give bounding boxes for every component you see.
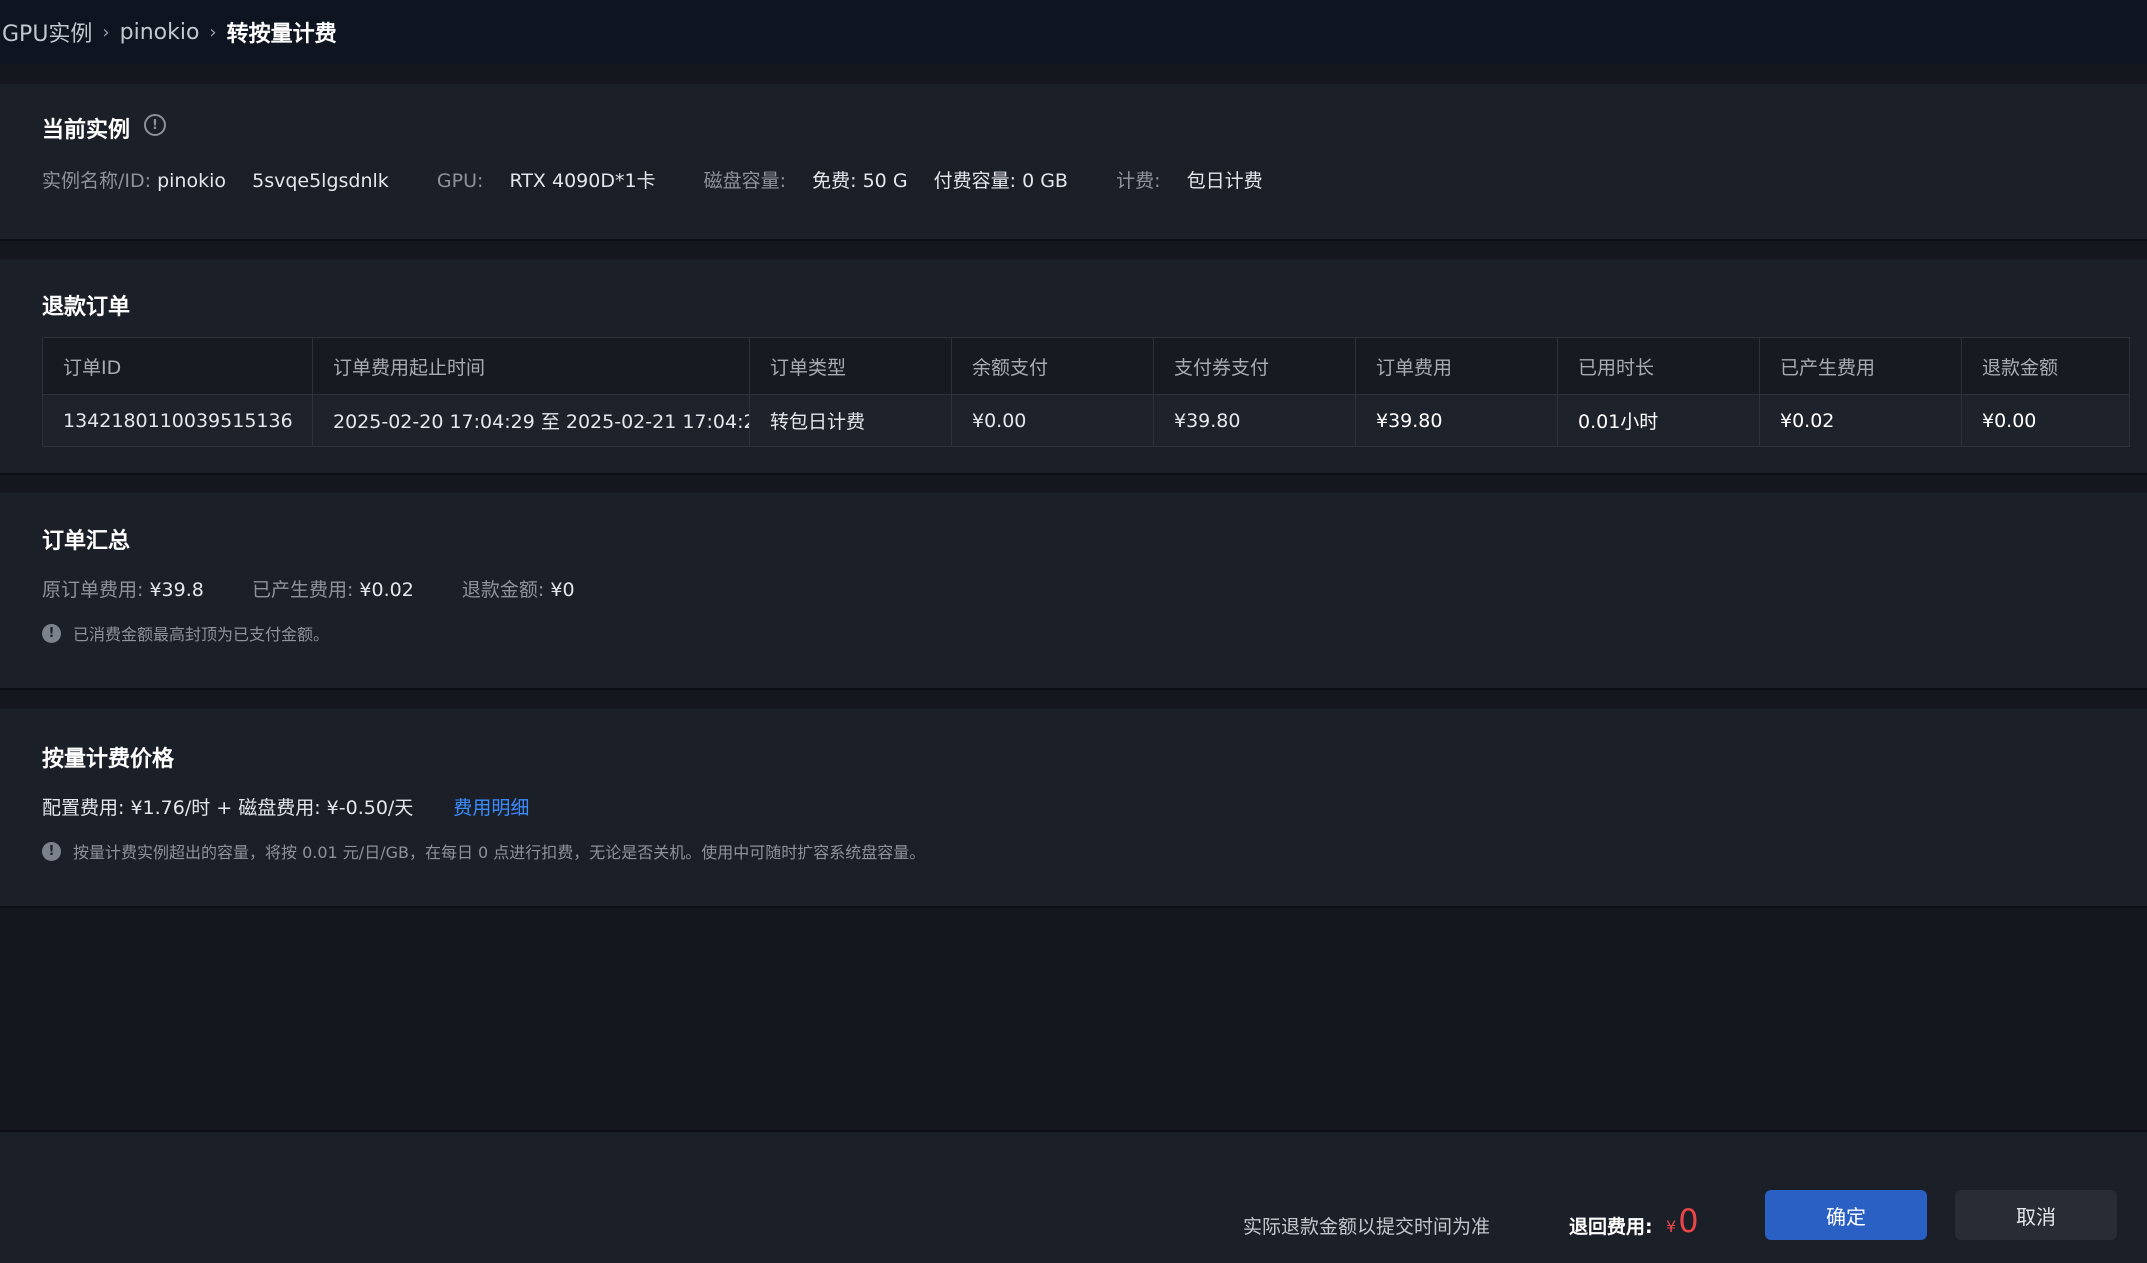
refund-total-amount: 0 [1678, 1202, 1699, 1240]
table-row: 1342180110039515136 2025-02-20 17:04:29 … [43, 394, 2129, 446]
fee-detail-link[interactable]: 费用明细 [453, 797, 529, 819]
gpu-value: RTX 4090D*1卡 [509, 170, 656, 192]
column-header: 订单费用起止时间 [313, 338, 750, 394]
original-fee-label: 原订单费用: [42, 579, 144, 601]
refund-total-value: ¥ 0 [1666, 1202, 1699, 1240]
section-title: 按量计费价格 [42, 747, 175, 772]
instance-id-value: 5svqe5lgsdnlk [252, 170, 389, 192]
summary-note: ! 已消费金额最高封顶为已支付金额。 [42, 621, 329, 645]
billing-value: 包日计费 [1186, 170, 1263, 192]
refund-hint: 实际退款金额以提交时间为准 [1243, 1216, 1491, 1238]
column-header: 支付券支付 [1154, 338, 1356, 394]
refund-amount-label: 退款金额: [461, 579, 545, 601]
order-period-cell: 2025-02-20 17:04:29 至 2025-02-21 17:04:2… [313, 395, 750, 446]
footer-bar: 实际退款金额以提交时间为准 退回费用: ¥ 0 确定 取消 [0, 1130, 2147, 1263]
order-fee-cell: ¥39.80 [1356, 395, 1558, 446]
cancel-button[interactable]: 取消 [1955, 1190, 2117, 1240]
summary-row: 原订单费用: ¥39.8 已产生费用: ¥0.02 退款金额: ¥0 [42, 575, 575, 602]
column-header: 余额支付 [952, 338, 1154, 394]
refund-amount-cell: ¥0.00 [1982, 409, 2037, 432]
voucher-payment-cell: ¥39.80 [1154, 395, 1356, 446]
billing-label: 计费: [1116, 170, 1161, 192]
column-header: 订单费用 [1356, 338, 1558, 394]
breadcrumb-instance[interactable]: pinokio [120, 20, 200, 45]
incurred-fee-value: ¥0.02 [359, 579, 414, 601]
warning-icon: ! [42, 623, 61, 643]
incurred-fee-label: 已产生费用: [251, 579, 354, 601]
section-title: 当前实例 [42, 118, 131, 143]
chevron-right-icon: › [209, 21, 217, 43]
column-header: 退款金额 [1982, 356, 2059, 379]
order-summary-card: 订单汇总 原订单费用: ¥39.8 已产生费用: ¥0.02 退款金额: ¥0 … [0, 493, 2147, 688]
info-icon[interactable]: ! [144, 114, 166, 136]
section-title: 订单汇总 [42, 529, 131, 554]
breadcrumb-current: 转按量计费 [226, 22, 337, 47]
column-header: 已用时长 [1558, 338, 1760, 394]
warning-icon: ! [42, 841, 61, 861]
balance-payment-cell: ¥0.00 [952, 395, 1154, 446]
instance-name-value: pinokio [157, 170, 227, 192]
refund-amount-value: ¥0 [550, 579, 575, 601]
pricing-row: 配置费用: ¥1.76/时 + 磁盘费用: ¥-0.50/天 费用明细 [42, 793, 529, 820]
instance-name-label: 实例名称/ID: [42, 170, 152, 192]
disk-label: 磁盘容量: [703, 170, 787, 192]
breadcrumb: GPU实例 › pinokio › 转按量计费 [0, 0, 2147, 64]
disk-free-value: 免费: 50 G [812, 170, 908, 192]
order-id-cell: 1342180110039515136 [43, 395, 313, 446]
column-header: 订单类型 [750, 338, 952, 394]
pricing-config-text: 配置费用: ¥1.76/时 + 磁盘费用: ¥-0.50/天 [42, 797, 414, 819]
summary-note-text: 已消费金额最高封顶为已支付金额。 [73, 625, 330, 644]
column-header: 订单ID [43, 338, 313, 394]
column-header: 已产生费用 [1760, 338, 1962, 394]
confirm-button[interactable]: 确定 [1765, 1190, 1927, 1240]
pricing-note-text: 按量计费实例超出的容量，将按 0.01 元/日/GB，在每日 0 点进行扣费，无… [73, 843, 926, 862]
pricing-card: 按量计费价格 配置费用: ¥1.76/时 + 磁盘费用: ¥-0.50/天 费用… [0, 709, 2147, 906]
refund-order-table: 订单ID 订单费用起止时间 订单类型 余额支付 支付券支付 订单费用 已用时长 … [42, 337, 2130, 447]
breadcrumb-gpu-instances[interactable]: GPU实例 [2, 16, 92, 48]
currency-symbol: ¥ [1666, 1217, 1677, 1236]
incurred-fee-cell: ¥0.02 [1760, 395, 1962, 446]
instance-info-row: 实例名称/ID: pinokio 5svqe5lgsdnlk GPU: RTX … [42, 166, 1263, 193]
current-instance-card: 当前实例 ! 实例名称/ID: pinokio 5svqe5lgsdnlk GP… [0, 84, 2147, 239]
pricing-note: ! 按量计费实例超出的容量，将按 0.01 元/日/GB，在每日 0 点进行扣费… [42, 839, 925, 863]
section-title: 退款订单 [42, 295, 131, 320]
table-header: 订单ID 订单费用起止时间 订单类型 余额支付 支付券支付 订单费用 已用时长 … [43, 338, 2129, 394]
chevron-right-icon: › [102, 21, 110, 43]
original-fee-value: ¥39.8 [149, 579, 204, 601]
gpu-label: GPU: [436, 170, 484, 192]
order-type-cell: 转包日计费 [750, 395, 952, 446]
refund-total-label: 退回费用: [1569, 1216, 1653, 1238]
used-duration-cell: 0.01小时 [1558, 395, 1760, 446]
disk-paid-value: 付费容量: 0 GB [933, 170, 1068, 192]
